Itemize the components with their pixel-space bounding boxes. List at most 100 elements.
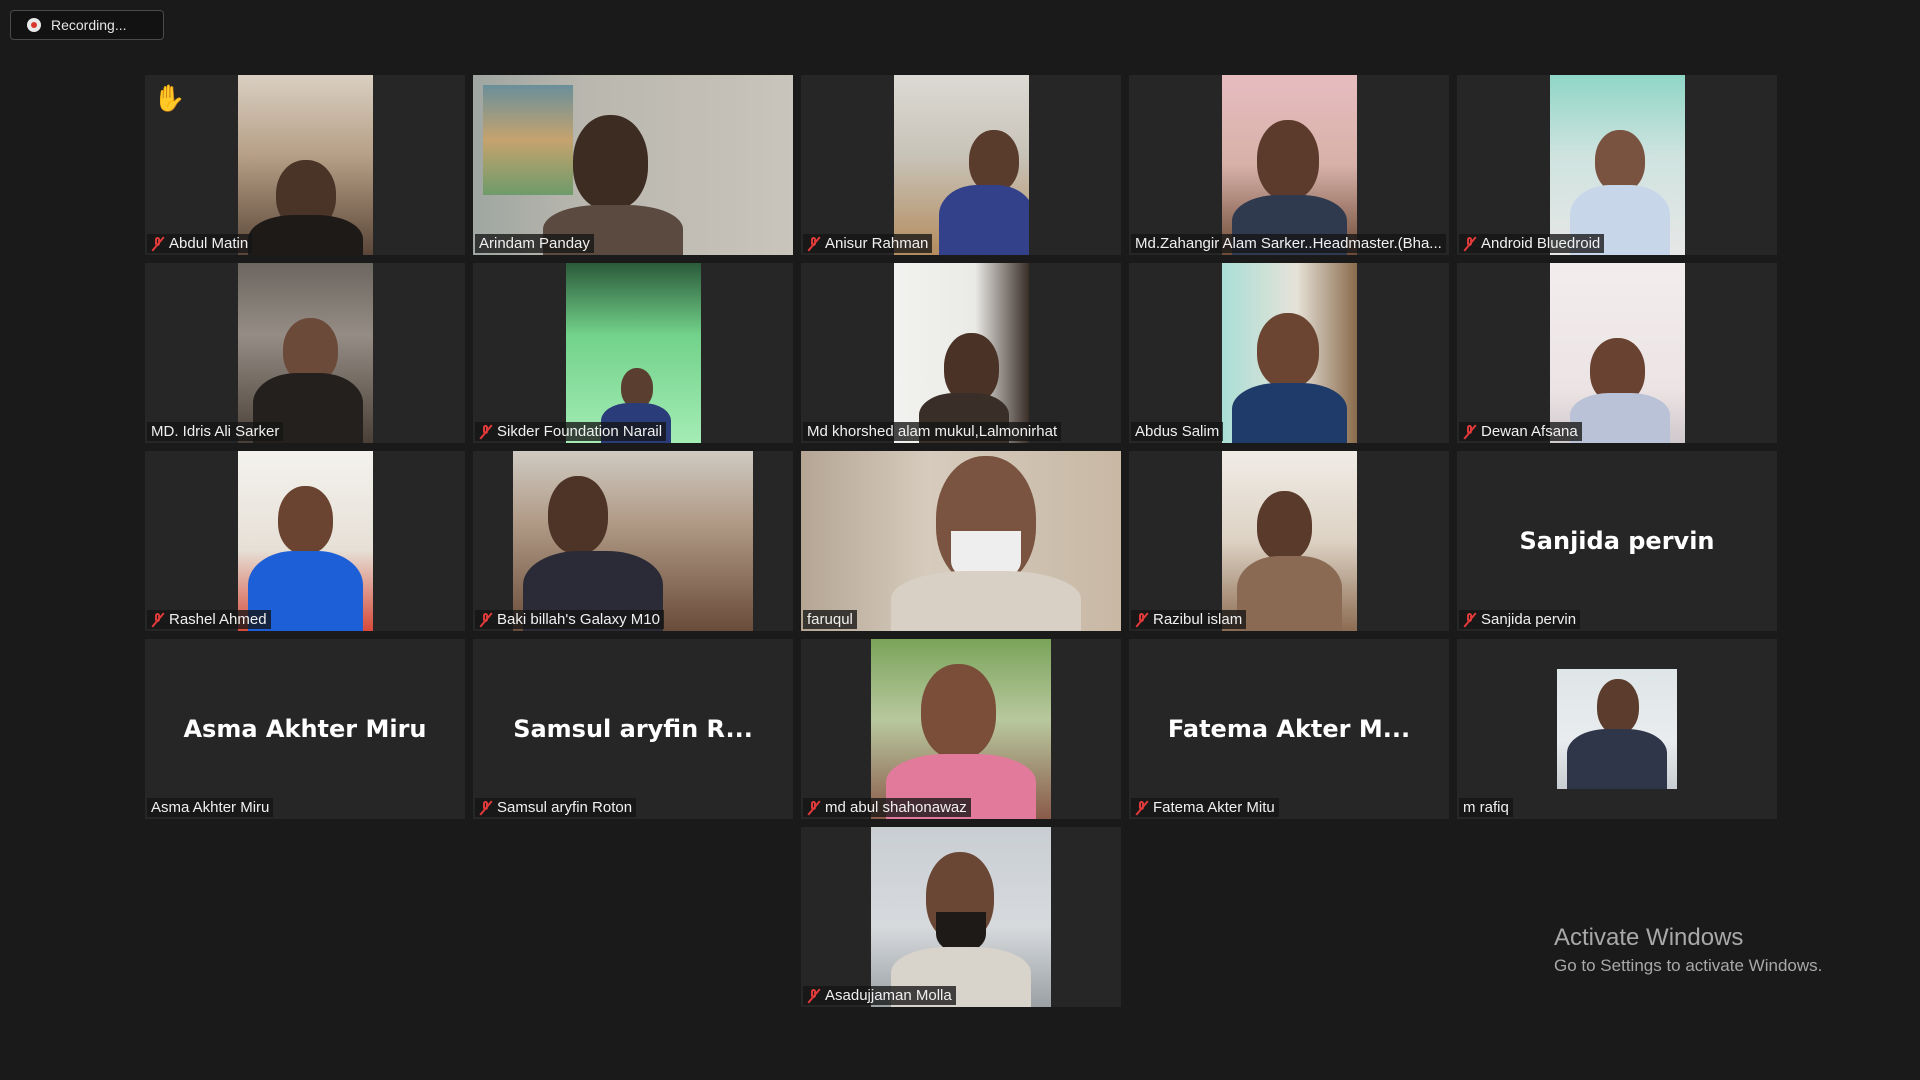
participant-tile[interactable]: ✋ Abdul Matin — [145, 75, 465, 255]
participant-video — [871, 827, 1051, 1007]
muted-mic-icon — [1463, 236, 1477, 252]
participant-video — [1222, 263, 1357, 443]
watermark-title: Activate Windows — [1554, 924, 1744, 951]
participant-display-name: Sanjida pervin — [1519, 527, 1715, 555]
muted-mic-icon — [151, 612, 165, 628]
participant-name-label: Android Bluedroid — [1459, 234, 1605, 253]
participant-tile[interactable]: Asadujjaman Molla — [801, 827, 1121, 1007]
muted-mic-icon — [807, 236, 821, 252]
participant-name-label: Baki billah's Galaxy M10 — [475, 610, 664, 629]
participant-tile[interactable]: MD. Idris Ali Sarker — [145, 263, 465, 443]
participant-tile[interactable]: Baki billah's Galaxy M10 — [473, 451, 793, 631]
muted-mic-icon — [807, 988, 821, 1004]
participant-tile[interactable]: md abul shahonawaz — [801, 639, 1121, 819]
participant-tile[interactable]: Md.Zahangir Alam Sarker..Headmaster.(Bha… — [1129, 75, 1449, 255]
participant-display-name: Samsul aryfin R... — [513, 715, 753, 743]
participant-tile[interactable]: Fatema Akter M... Fatema Akter Mitu — [1129, 639, 1449, 819]
muted-mic-icon — [1135, 612, 1149, 628]
participant-name-label: Samsul aryfin Roton — [475, 798, 637, 817]
participant-name-label: Anisur Rahman — [803, 234, 933, 253]
participant-name-label: Sikder Foundation Narail — [475, 422, 667, 441]
participant-video — [894, 263, 1029, 443]
raised-hand-icon: ✋ — [153, 83, 186, 113]
participant-tile[interactable]: Rashel Ahmed — [145, 451, 465, 631]
participant-name: Md.Zahangir Alam Sarker..Headmaster.(Bha… — [1135, 235, 1442, 252]
participant-name: Dewan Afsana — [1481, 423, 1578, 440]
windows-activation-watermark: Activate Windows Go to Settings to activ… — [1554, 924, 1822, 976]
participant-tile[interactable]: Sikder Foundation Narail — [473, 263, 793, 443]
participant-video — [1550, 263, 1685, 443]
participant-tile[interactable]: Razibul islam — [1129, 451, 1449, 631]
participant-name: Md khorshed alam mukul,Lalmonirhat — [807, 423, 1058, 440]
participant-display-name: Asma Akhter Miru — [183, 715, 427, 743]
participant-video — [801, 451, 1121, 631]
participant-tile[interactable]: Abdus Salim — [1129, 263, 1449, 443]
participant-video — [1222, 75, 1357, 255]
participant-name: Abdul Matin — [169, 235, 249, 252]
gallery-grid: ✋ Abdul Matin Arindam Panday Anisur Rahm… — [145, 75, 1777, 1007]
muted-mic-icon — [807, 800, 821, 816]
participant-name-label: Abdus Salim — [1131, 422, 1224, 441]
participant-video — [871, 639, 1051, 819]
participant-name-label: MD. Idris Ali Sarker — [147, 422, 284, 441]
participant-tile[interactable]: faruqul — [801, 451, 1121, 631]
participant-video — [238, 263, 373, 443]
participant-tile[interactable]: Asma Akhter Miru Asma Akhter Miru — [145, 639, 465, 819]
participant-tile[interactable]: Sanjida pervin Sanjida pervin — [1457, 451, 1777, 631]
muted-mic-icon — [1463, 424, 1477, 440]
participant-name: faruqul — [807, 611, 853, 628]
participant-tile[interactable]: Anisur Rahman — [801, 75, 1121, 255]
participant-name-label: Dewan Afsana — [1459, 422, 1582, 441]
participant-tile[interactable]: Android Bluedroid — [1457, 75, 1777, 255]
participant-name-label: md abul shahonawaz — [803, 798, 971, 817]
participant-name-label: Arindam Panday — [475, 234, 594, 253]
participant-name: Abdus Salim — [1135, 423, 1220, 440]
participant-video — [513, 451, 753, 631]
participant-tile[interactable]: Dewan Afsana — [1457, 263, 1777, 443]
participant-video — [238, 451, 373, 631]
participant-name: Sikder Foundation Narail — [497, 423, 663, 440]
participant-tile[interactable]: Md khorshed alam mukul,Lalmonirhat — [801, 263, 1121, 443]
participant-video — [566, 263, 701, 443]
muted-mic-icon — [1135, 800, 1149, 816]
participant-video — [894, 75, 1029, 255]
recording-indicator[interactable]: Recording... — [10, 10, 164, 40]
record-icon — [27, 18, 41, 32]
participant-name: Android Bluedroid — [1481, 235, 1601, 252]
participant-name-label: Rashel Ahmed — [147, 610, 271, 629]
participant-name-label: faruqul — [803, 610, 857, 629]
participant-name: m rafiq — [1463, 799, 1509, 816]
participant-name: Fatema Akter Mitu — [1153, 799, 1275, 816]
participant-video — [473, 75, 793, 255]
participant-name-label: Sanjida pervin — [1459, 610, 1581, 629]
participant-name-label: Fatema Akter Mitu — [1131, 798, 1279, 817]
participant-name: Asadujjaman Molla — [825, 987, 952, 1004]
muted-mic-icon — [151, 236, 165, 252]
participant-name: Sanjida pervin — [1481, 611, 1577, 628]
participant-name-label: Asadujjaman Molla — [803, 986, 956, 1005]
participant-name: Anisur Rahman — [825, 235, 929, 252]
participant-tile-active-speaker[interactable]: Arindam Panday — [473, 75, 793, 255]
participant-name-label: Razibul islam — [1131, 610, 1247, 629]
participant-name: MD. Idris Ali Sarker — [151, 423, 280, 440]
recording-label: Recording... — [51, 17, 127, 33]
muted-mic-icon — [479, 424, 493, 440]
participant-video — [1222, 451, 1357, 631]
participant-name-label: Abdul Matin — [147, 234, 253, 253]
participant-tile[interactable]: Samsul aryfin R... Samsul aryfin Roton — [473, 639, 793, 819]
participant-name: Baki billah's Galaxy M10 — [497, 611, 660, 628]
participant-display-name: Fatema Akter M... — [1167, 715, 1411, 743]
muted-mic-icon — [479, 612, 493, 628]
participant-name: Arindam Panday — [479, 235, 590, 252]
watermark-subtitle: Go to Settings to activate Windows. — [1554, 956, 1823, 975]
participant-tile[interactable]: m rafiq — [1457, 639, 1777, 819]
muted-mic-icon — [1463, 612, 1477, 628]
participant-name-label: Md khorshed alam mukul,Lalmonirhat — [803, 422, 1062, 441]
participant-name: Rashel Ahmed — [169, 611, 267, 628]
participant-video — [238, 75, 373, 255]
participant-video — [1550, 75, 1685, 255]
muted-mic-icon — [479, 800, 493, 816]
participant-avatar-picture — [1557, 669, 1677, 789]
participant-name: Asma Akhter Miru — [151, 799, 270, 816]
participant-name: Razibul islam — [1153, 611, 1243, 628]
